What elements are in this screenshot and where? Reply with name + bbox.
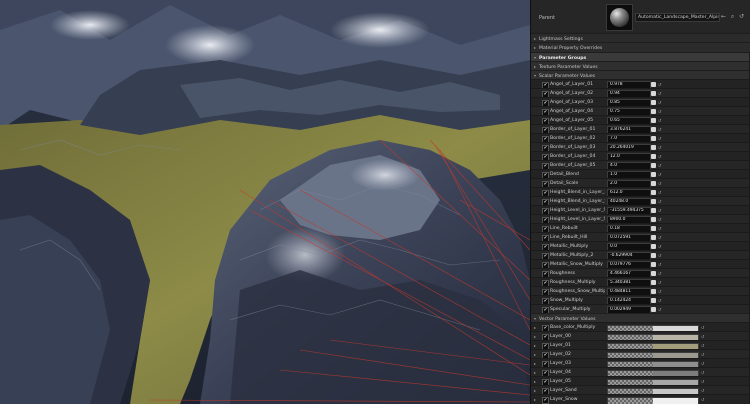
spin-handle-icon[interactable] bbox=[651, 90, 656, 96]
landscape-viewport[interactable] bbox=[0, 0, 530, 404]
spin-handle-icon[interactable] bbox=[651, 162, 656, 168]
spin-handle-icon[interactable] bbox=[651, 279, 656, 285]
parent-material-thumbnail[interactable] bbox=[606, 4, 633, 31]
spin-handle-icon[interactable] bbox=[651, 144, 656, 150]
spin-handle-icon[interactable] bbox=[651, 99, 656, 105]
spin-handle-icon[interactable] bbox=[651, 117, 656, 123]
spin-handle-icon[interactable] bbox=[651, 126, 656, 132]
parent-label: Parent bbox=[539, 15, 556, 21]
spin-handle-icon[interactable] bbox=[651, 171, 656, 177]
spin-handle-icon[interactable] bbox=[651, 81, 656, 87]
section-material-property-overrides[interactable]: ▸ Material Property Overrides bbox=[531, 42, 750, 52]
spin-handle-icon[interactable] bbox=[651, 288, 656, 294]
spin-handle-icon[interactable] bbox=[651, 180, 656, 186]
expand-arrow-icon[interactable]: ▸ bbox=[534, 395, 536, 404]
vector-param-row: ▸ ✔ Layer_Snow ↺ bbox=[531, 394, 750, 404]
override-checkbox[interactable]: ✔ bbox=[542, 396, 549, 404]
color-swatch[interactable] bbox=[607, 396, 699, 404]
spin-handle-icon[interactable] bbox=[651, 261, 656, 267]
material-sphere-icon bbox=[610, 8, 629, 27]
spin-handle-icon[interactable] bbox=[651, 189, 656, 195]
reset-to-default-icon[interactable]: ↺ bbox=[701, 395, 704, 404]
spin-handle-icon[interactable] bbox=[651, 216, 656, 222]
spin-handle-icon[interactable] bbox=[651, 252, 656, 258]
editor-window: Parent Automatic_Landscape_Master_Alpine… bbox=[0, 0, 750, 404]
spin-handle-icon[interactable] bbox=[651, 225, 656, 231]
spin-handle-icon[interactable] bbox=[651, 153, 656, 159]
spin-handle-icon[interactable] bbox=[651, 198, 656, 204]
param-name: Layer_Snow bbox=[550, 397, 578, 402]
material-instance-details-panel: Parent Automatic_Landscape_Master_Alpine… bbox=[530, 0, 750, 404]
spin-handle-icon[interactable] bbox=[651, 306, 656, 312]
spin-handle-icon[interactable] bbox=[651, 108, 656, 114]
section-label: Material Property Overrides bbox=[539, 46, 603, 51]
spin-handle-icon[interactable] bbox=[651, 243, 656, 249]
spin-handle-icon[interactable] bbox=[651, 207, 656, 213]
spin-handle-icon[interactable] bbox=[651, 297, 656, 303]
spin-handle-icon[interactable] bbox=[651, 234, 656, 240]
spin-handle-icon[interactable] bbox=[651, 270, 656, 276]
expand-arrow-icon: ▸ bbox=[533, 45, 536, 50]
reset-parent-icon[interactable]: ↺ bbox=[738, 13, 745, 20]
parent-row: Parent Automatic_Landscape_Master_Alpine… bbox=[531, 0, 750, 32]
spin-handle-icon[interactable] bbox=[651, 135, 656, 141]
color-swatch-solid bbox=[653, 397, 698, 404]
use-selected-icon[interactable]: ← bbox=[720, 13, 727, 20]
terrain-render bbox=[0, 0, 530, 404]
parent-material-combo[interactable]: Automatic_Landscape_Master_Alpine bbox=[635, 13, 720, 22]
browse-icon[interactable]: ⌕ bbox=[729, 13, 736, 20]
